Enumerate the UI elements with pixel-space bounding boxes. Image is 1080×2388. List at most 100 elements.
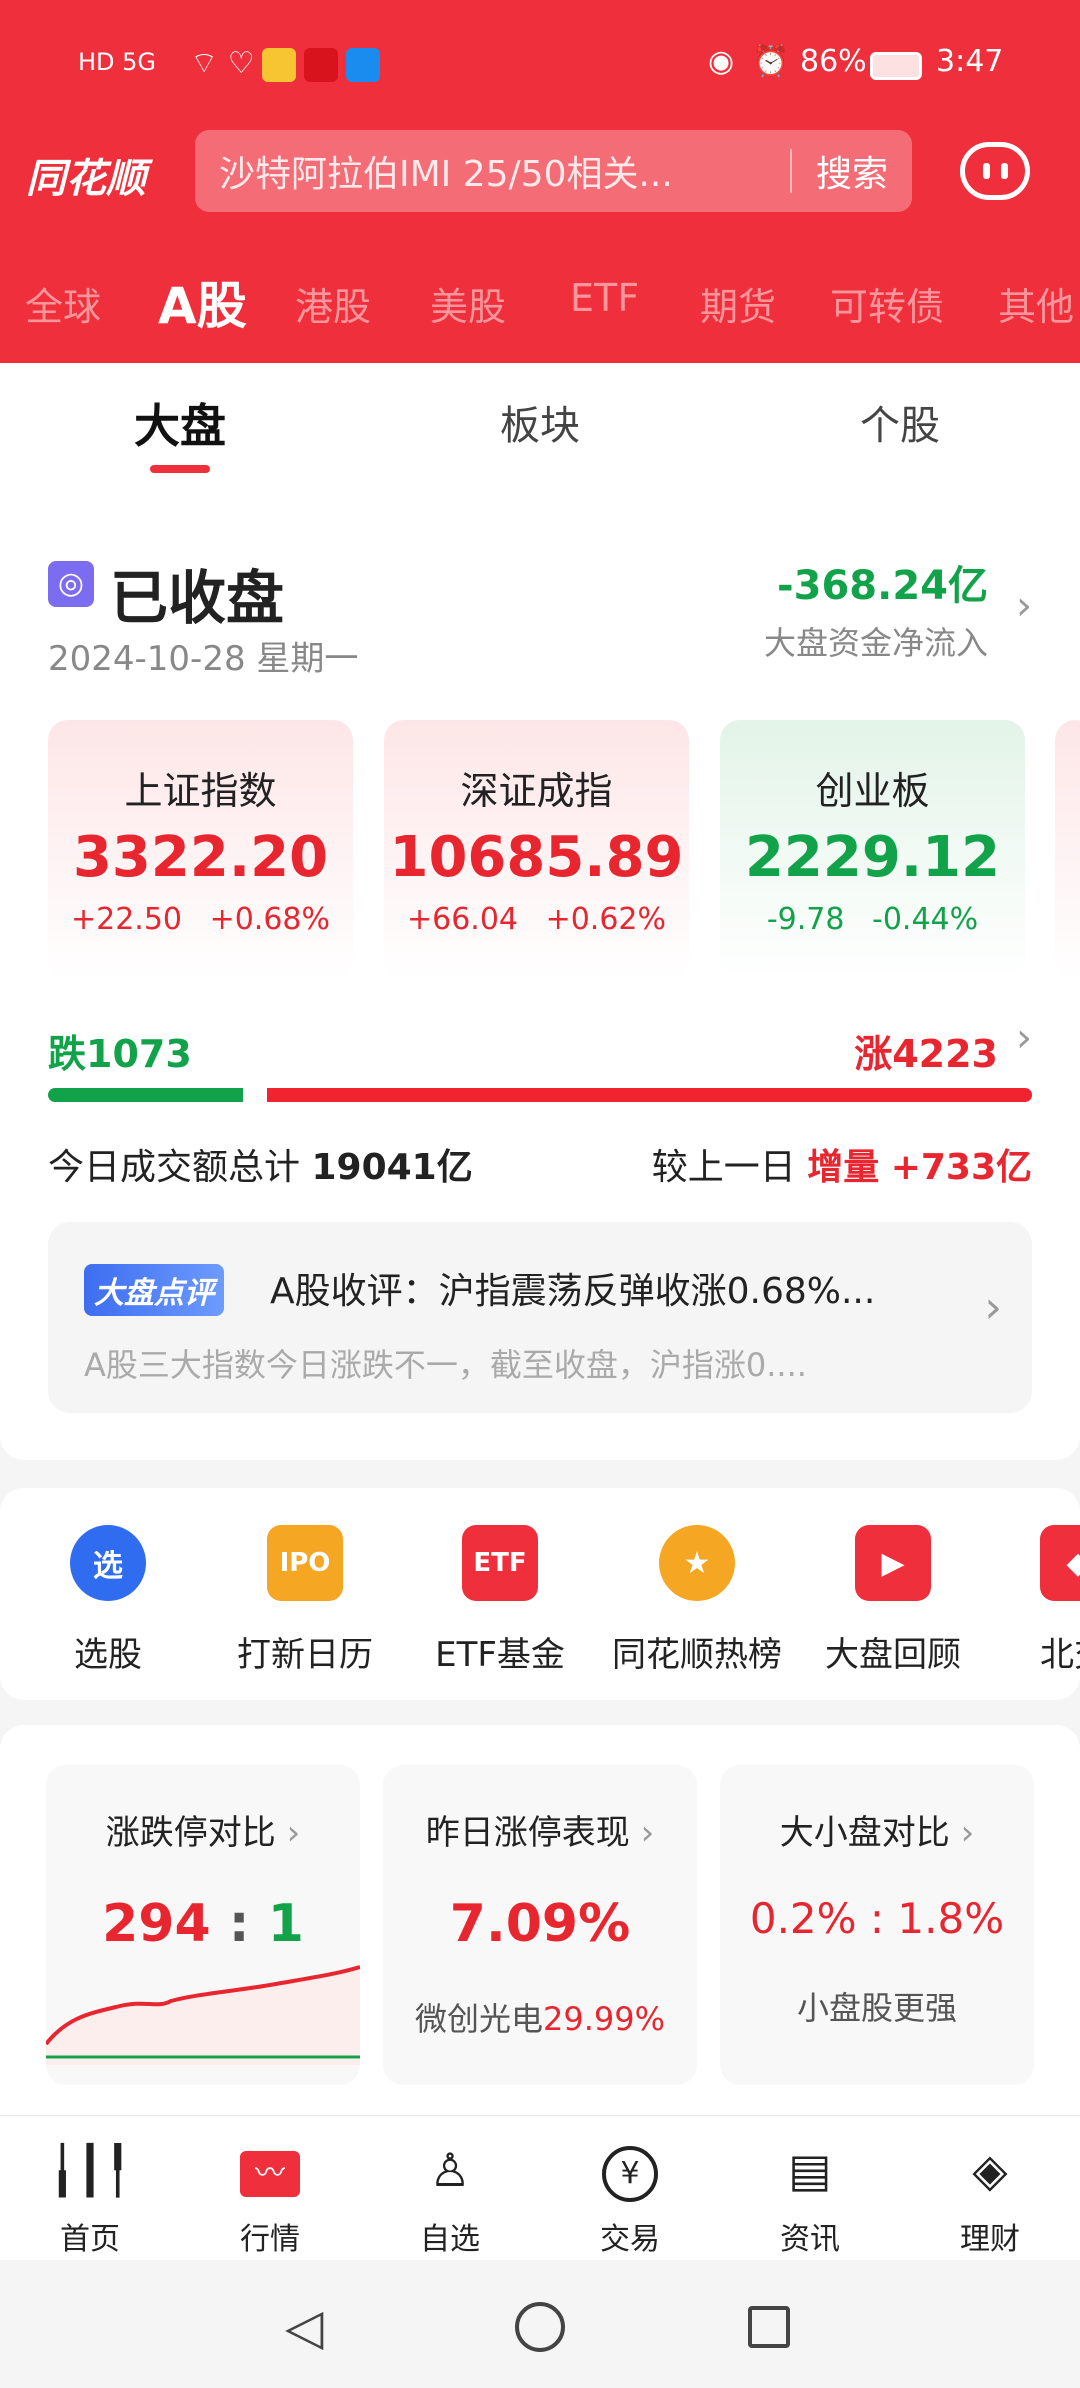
yesterday-limit-up-card[interactable]: 昨日涨停表现 › 7.09% 微创光电29.99%: [383, 1765, 697, 2085]
turnover-total: 今日成交额总计 19041亿: [48, 1138, 473, 1190]
market-tab-other[interactable]: 其他: [998, 276, 1074, 331]
index-value: 10685.89: [389, 825, 684, 890]
index-card-partial[interactable]: [1055, 720, 1080, 980]
stat-title: 大小盘对比: [779, 1813, 950, 1853]
ratio-separator: :: [228, 1894, 250, 1954]
index-card-shanghai[interactable]: 上证指数 3322.20 +22.50 +0.68%: [48, 720, 353, 980]
app-logo[interactable]: 同花顺: [26, 146, 146, 204]
index-value: 3322.20: [72, 825, 329, 890]
ipo-calendar-icon: IPO: [267, 1525, 343, 1601]
stat-title: 昨日涨停表现: [425, 1813, 630, 1853]
shortcut-label: 大盘回顾: [825, 1635, 961, 1675]
shortcut-label: 打新日历: [237, 1635, 373, 1675]
shortcut-beijing-exchange[interactable]: ◆ 北交: [1040, 1525, 1080, 1676]
index-change: +66.04: [406, 902, 519, 937]
market-closed-icon: ◎: [48, 561, 94, 607]
cap-comparison-card[interactable]: 大小盘对比 › 0.2% : 1.8% 小盘股更强: [720, 1765, 1034, 2085]
index-card-shenzhen[interactable]: 深证成指 10685.89 +66.04 +0.62%: [384, 720, 689, 980]
medal-star-icon: ★: [659, 1525, 735, 1601]
top-stock-name: 微创光电: [414, 2000, 543, 2038]
market-tab-us[interactable]: 美股: [430, 276, 506, 331]
wifi-icon: ⌔ ♡: [190, 46, 255, 81]
market-tab-convertible[interactable]: 可转债: [830, 276, 944, 331]
battery-percent: 86%: [800, 44, 867, 79]
nav-label: 首页: [60, 2222, 120, 2257]
nav-label: 理财: [960, 2222, 1020, 2257]
shortcut-label: 选股: [74, 1635, 142, 1675]
robot-assistant-icon[interactable]: [960, 142, 1030, 200]
alarm-icon: ⏰: [752, 44, 790, 79]
index-card-chinext[interactable]: 创业板 2229.12 -9.78 -0.44%: [720, 720, 1025, 980]
nav-watchlist[interactable]: ♙ 自选: [360, 2140, 540, 2258]
index-pct: +0.62%: [545, 902, 667, 937]
limit-up-count: 294: [102, 1894, 211, 1954]
active-tab-underline: [150, 465, 210, 473]
commentary-badge: 大盘点评: [84, 1264, 224, 1316]
nav-trade[interactable]: ¥ 交易: [540, 2140, 720, 2258]
shortcut-etf-fund[interactable]: ETF ETF基金: [402, 1525, 598, 1676]
breadth-bar-rise: [267, 1088, 1032, 1102]
yen-icon: ¥: [540, 2140, 720, 2202]
nav-label: 交易: [600, 2222, 660, 2257]
shortcut-ipo-calendar[interactable]: IPO 打新日历: [207, 1525, 403, 1676]
nav-wealth[interactable]: ◈ 理财: [900, 2140, 1080, 2258]
nav-home[interactable]: ╽┃╿ 首页: [0, 2140, 180, 2258]
stock-picker-icon: 选: [70, 1525, 146, 1601]
index-change: -9.78: [766, 902, 845, 937]
commentary-summary: A股三大指数今日涨跌不一，截至收盘，沪指涨0....: [84, 1346, 807, 1384]
turnover-label: 今日成交额总计: [48, 1147, 301, 1188]
shortcut-stock-picker[interactable]: 选选股: [10, 1525, 206, 1676]
app-header: HD 5G ⌔ ♡ ◉ ⏰ 86% 3:47 同花顺 沙特阿拉伯IMI 25/5…: [0, 0, 1080, 363]
sub-tab-stock[interactable]: 个股: [800, 393, 1000, 451]
feishu-icon: [346, 48, 380, 82]
status-left: HD 5G: [78, 48, 157, 76]
shortcut-label: 北交: [1040, 1635, 1080, 1675]
nav-label: 自选: [420, 2222, 480, 2257]
nav-market[interactable]: 〰行情: [180, 2140, 360, 2258]
search-button[interactable]: 搜索: [816, 145, 888, 197]
index-name: 深证成指: [460, 769, 613, 813]
nav-news[interactable]: ▤ 资讯: [720, 2140, 900, 2258]
market-tab-futures[interactable]: 期货: [700, 276, 776, 331]
shortcut-hot-list[interactable]: ★ 同花顺热榜: [599, 1525, 795, 1676]
search-bar[interactable]: 沙特阿拉伯IMI 25/50相关... 搜索: [195, 130, 912, 212]
search-input[interactable]: 沙特阿拉伯IMI 25/50相关...: [219, 145, 766, 197]
breadth-bar: [48, 1088, 1032, 1102]
back-icon[interactable]: ◁: [285, 2298, 323, 2356]
net-inflow-value[interactable]: -368.24亿: [777, 553, 988, 611]
shortcut-market-review[interactable]: ▶ 大盘回顾: [795, 1525, 991, 1676]
index-name: 上证指数: [124, 769, 277, 813]
sub-tab-market[interactable]: 大盘: [80, 390, 280, 456]
commentary-title: A股收评：沪指震荡反弹收涨0.68%...: [270, 1271, 876, 1312]
market-tab-etf[interactable]: ETF: [570, 276, 639, 320]
index-name: 创业板: [815, 769, 930, 813]
market-tab-hk[interactable]: 港股: [295, 276, 371, 331]
turnover-value: 19041亿: [311, 1147, 473, 1188]
candlestick-icon: ╽┃╿: [48, 2143, 132, 2197]
market-tab-a-share[interactable]: A股: [158, 266, 247, 338]
chevron-right-icon[interactable]: ›: [1016, 1015, 1032, 1061]
cap-comparison-conclusion: 小盘股更强: [796, 1989, 957, 2027]
limit-comparison-card[interactable]: 涨跌停对比 › 294 : 1: [46, 1765, 360, 2085]
beijing-exchange-icon: ◆: [1040, 1525, 1080, 1601]
app-notification-icon: [304, 48, 338, 82]
yesterday-limit-up-value: 7.09%: [449, 1894, 631, 1954]
chevron-right-icon: ›: [984, 1282, 1002, 1333]
compare-label: 较上一日: [651, 1147, 796, 1188]
chart-icon: 〰: [180, 2140, 360, 2200]
home-icon[interactable]: [515, 2302, 565, 2352]
market-review-play-icon: ▶: [855, 1525, 931, 1601]
system-nav-bar: ◁: [0, 2260, 1080, 2388]
market-date: 2024-10-28 星期一: [48, 639, 359, 679]
turnover-compare: 较上一日 增量 +733亿: [652, 1138, 1032, 1190]
delta-value: +733亿: [890, 1147, 1032, 1188]
top-stock-change: 29.99%: [543, 2000, 666, 2038]
index-value: 2229.12: [744, 825, 1001, 890]
commentary-card[interactable]: 大盘点评 A股收评：沪指震荡反弹收涨0.68%... A股三大指数今日涨跌不一，…: [48, 1222, 1032, 1413]
chevron-right-icon[interactable]: ›: [1016, 583, 1032, 629]
market-tab-global[interactable]: 全球: [25, 276, 101, 331]
market-status: 已收盘: [110, 564, 285, 632]
news-icon: ▤: [788, 2143, 832, 2197]
sub-tab-sector[interactable]: 板块: [440, 393, 640, 451]
recents-icon[interactable]: [748, 2306, 790, 2348]
